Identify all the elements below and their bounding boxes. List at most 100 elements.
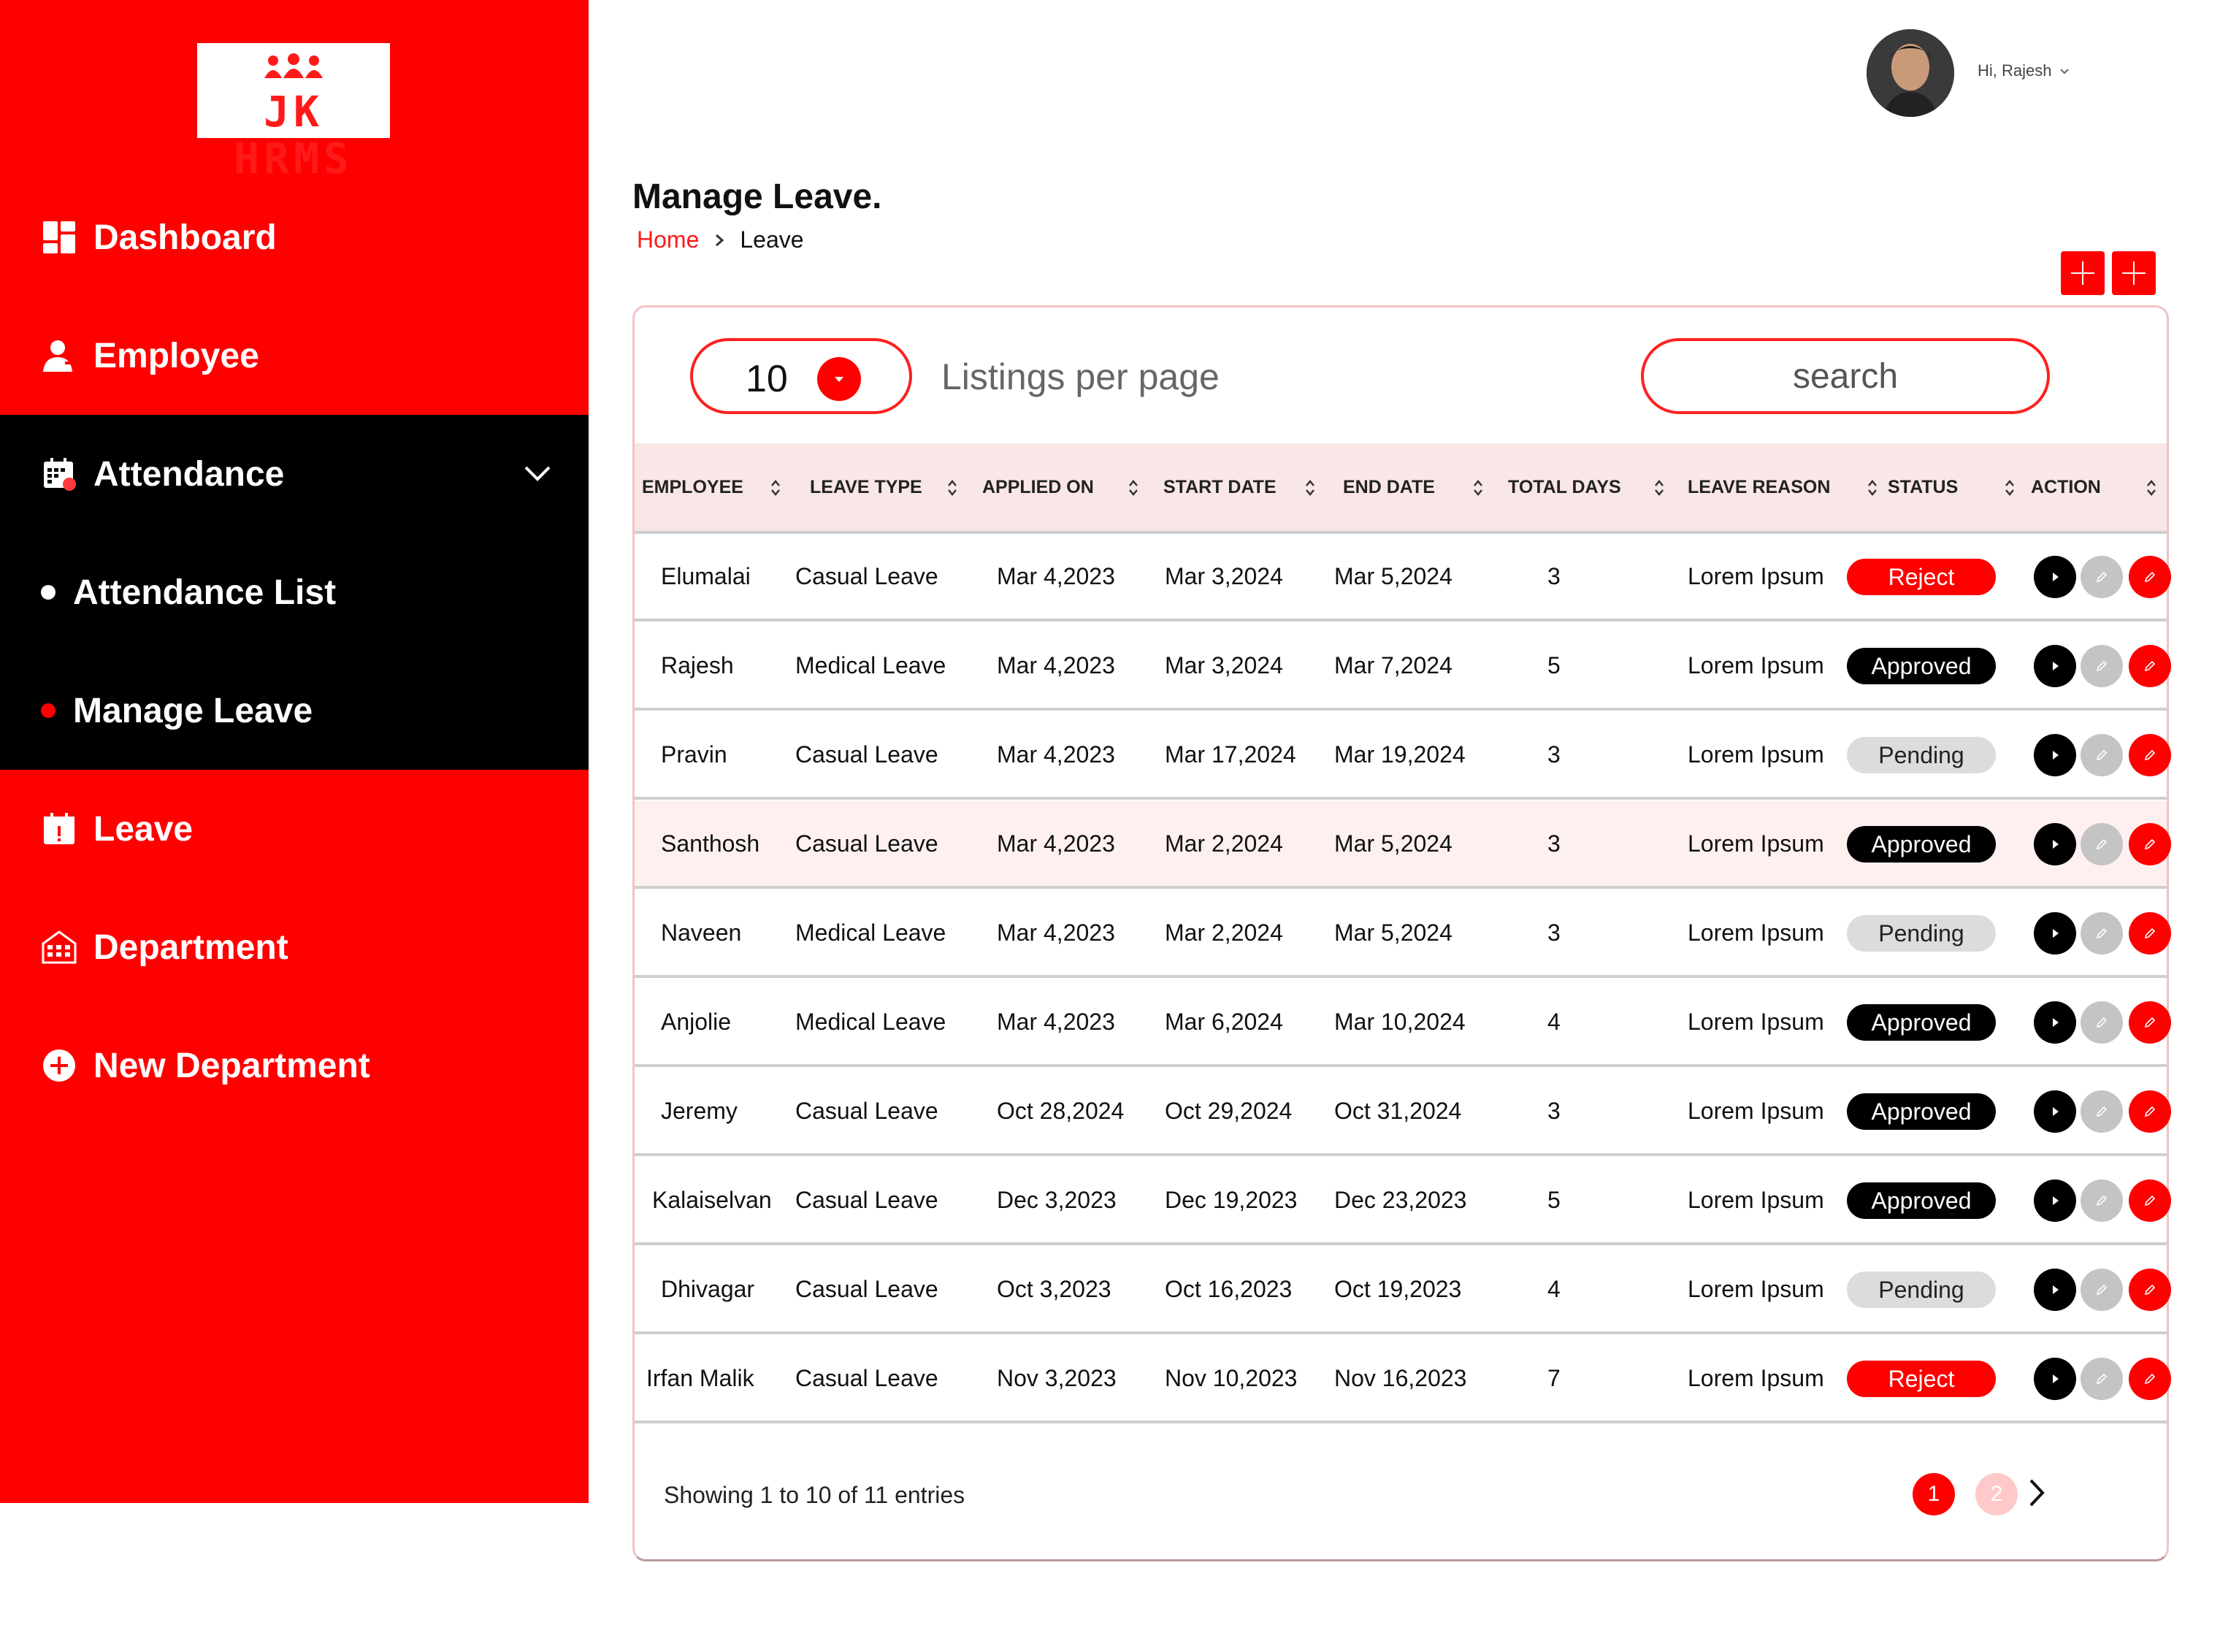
column-header-total-days[interactable]: TOTAL DAYS [1508,443,1621,531]
search-input[interactable]: search [1641,338,2050,414]
add-button[interactable] [2061,251,2105,295]
edit-button[interactable] [2081,823,2123,865]
add-button-secondary[interactable] [2112,251,2156,295]
view-button[interactable] [2034,556,2076,598]
update-button[interactable] [2129,823,2171,865]
per-page-select[interactable]: 10 [690,338,912,414]
sort-icon[interactable] [1867,478,1878,497]
sort-icon[interactable] [1305,478,1315,497]
sort-icon[interactable] [770,478,781,497]
sort-icon[interactable] [2146,478,2156,497]
sort-icon[interactable] [947,478,957,497]
sort-icon[interactable] [1128,478,1138,497]
employee-cell: Irfan Malik [646,1364,754,1391]
status-badge[interactable]: Approved [1847,1093,1996,1130]
page-1-button[interactable]: 1 [1913,1473,1955,1515]
status-badge[interactable]: Reject [1847,1361,1996,1397]
update-button[interactable] [2129,734,2171,776]
sidebar-item-manage-leave[interactable]: Manage Leave [0,651,589,770]
view-button[interactable] [2034,734,2076,776]
status-badge[interactable]: Pending [1847,1271,1996,1308]
page-2-button[interactable]: 2 [1975,1473,2018,1515]
table-row[interactable]: Dhivagar Casual Leave Oct 3,2023 Oct 16,202… [635,1247,2171,1334]
column-header-action[interactable]: ACTION [2031,443,2101,531]
status-badge[interactable]: Approved [1847,826,1996,863]
column-header-end-date[interactable]: END DATE [1343,443,1435,531]
table-row[interactable]: Anjolie Medical Leave Mar 4,2023 Mar 6,2024… [635,979,2171,1067]
view-button[interactable] [2034,1090,2076,1133]
sidebar-item-leave[interactable]: Leave [0,770,589,888]
table-row[interactable]: Rajesh Medical Leave Mar 4,2023 Mar 3,2024 M… [635,623,2171,711]
sidebar-item-dashboard[interactable]: Dashboard [0,178,589,297]
update-button[interactable] [2129,1269,2171,1311]
sidebar-item-department[interactable]: Department [0,888,589,1006]
edit-button[interactable] [2081,556,2123,598]
update-button[interactable] [2129,1179,2171,1222]
sidebar-item-new-department[interactable]: New Department [0,1006,589,1125]
view-button[interactable] [2034,1001,2076,1044]
edit-button[interactable] [2081,645,2123,687]
avatar[interactable] [1867,29,1954,117]
view-button[interactable] [2034,912,2076,955]
start-date-cell: Oct 29,2024 [1165,1097,1293,1124]
update-button[interactable] [2129,1358,2171,1400]
leave-type-cell: Medical Leave [795,1008,946,1035]
table-row[interactable]: Elumalai Casual Leave Mar 4,2023 Mar 3,2024… [635,534,2171,622]
status-badge[interactable]: Approved [1847,648,1996,684]
update-button[interactable] [2129,645,2171,687]
view-button[interactable] [2034,1358,2076,1400]
chevron-right-icon[interactable] [2022,1475,2051,1511]
view-button[interactable] [2034,645,2076,687]
update-button[interactable] [2129,912,2171,955]
table-row[interactable]: Jeremy Casual Leave Oct 28,2024 Oct 29,2024… [635,1068,2171,1156]
edit-button[interactable] [2081,734,2123,776]
table-row[interactable]: Pravin Casual Leave Mar 4,2023 Mar 17,2024 M… [635,712,2171,800]
update-button[interactable] [2129,1090,2171,1133]
table-row[interactable]: Naveen Medical Leave Mar 4,2023 Mar 2,2024 M… [635,890,2171,978]
user-menu[interactable]: Hi, Rajesh [1978,61,2070,80]
update-button[interactable] [2129,1001,2171,1044]
column-header-employee[interactable]: EMPLOYEE [642,443,743,531]
column-header-leave-reason[interactable]: LEAVE REASON [1688,443,1830,531]
status-badge[interactable]: Reject [1847,559,1996,595]
pencil-icon [2096,1017,2108,1028]
sort-icon[interactable] [2005,478,2015,497]
table-row[interactable]: Santhosh Casual Leave Mar 4,2023 Mar 2,2024… [635,801,2171,889]
status-badge[interactable]: Pending [1847,737,1996,773]
column-header-status[interactable]: STATUS [1888,443,1958,531]
edit-button[interactable] [2081,1001,2123,1044]
view-button[interactable] [2034,823,2076,865]
sort-icon[interactable] [1473,478,1483,497]
status-badge[interactable]: Approved [1847,1004,1996,1041]
applied-on-cell: Oct 3,2023 [997,1275,1111,1302]
sidebar-item-attendance-list[interactable]: Attendance List [0,533,589,651]
edit-button[interactable] [2081,1269,2123,1311]
chevron-down-icon[interactable] [520,456,555,491]
dropdown-button[interactable] [817,357,861,401]
column-header-start-date[interactable]: START DATE [1163,443,1277,531]
breadcrumb-home-link[interactable]: Home [637,226,699,253]
table-row[interactable]: Irfan Malik Casual Leave Nov 3,2023 Nov 10,… [635,1336,2171,1423]
sidebar-item-employee[interactable]: Employee [0,297,589,415]
edit-button[interactable] [2081,912,2123,955]
column-header-applied-on[interactable]: APPLIED ON [982,443,1094,531]
status-badge[interactable]: Pending [1847,915,1996,952]
edit-button[interactable] [2081,1179,2123,1222]
table-row[interactable]: Kalaiselvan Casual Leave Dec 3,2023 Dec 19,… [635,1158,2171,1245]
leave-type-cell: Casual Leave [795,1364,938,1391]
play-icon [2053,1285,2059,1294]
app-logo[interactable]: JK HRMS [197,43,390,182]
sidebar-item-label: Attendance [93,454,285,494]
sidebar-item-attendance[interactable]: Attendance [0,415,589,533]
employee-cell: Kalaiselvan [652,1186,772,1213]
edit-button[interactable] [2081,1358,2123,1400]
view-button[interactable] [2034,1269,2076,1311]
pencil-icon [2096,749,2108,761]
edit-button[interactable] [2081,1090,2123,1133]
status-badge[interactable]: Approved [1847,1182,1996,1219]
update-button[interactable] [2129,556,2171,598]
column-header-leave-type[interactable]: LEAVE TYPE [810,443,922,531]
bullet-icon [41,585,56,600]
view-button[interactable] [2034,1179,2076,1222]
sort-icon[interactable] [1654,478,1664,497]
